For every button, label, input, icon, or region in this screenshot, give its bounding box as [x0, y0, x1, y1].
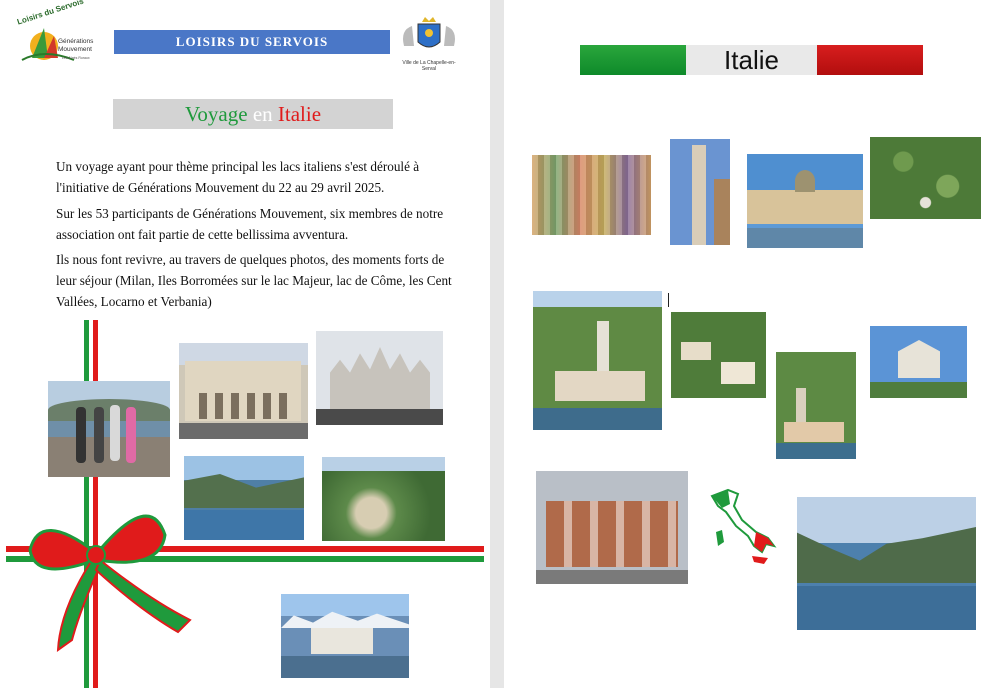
logo-left-side-text: Générations Mouvement	[58, 38, 94, 53]
photo-milan-duomo	[316, 331, 443, 425]
photo-group-at-lake	[48, 381, 170, 477]
photo-village-houses	[671, 312, 766, 398]
photo-lake-maggiore	[184, 456, 304, 540]
photo-lakeside-church	[533, 291, 662, 430]
photo-borromean-garden	[322, 457, 445, 541]
photo-village-campanile	[776, 352, 856, 459]
title-word-voyage: Voyage	[184, 102, 248, 126]
italie-flag-banner: Italie	[580, 45, 923, 75]
photo-neoclassical-temple	[870, 326, 967, 398]
photo-bell-tower	[670, 139, 730, 245]
left-page: Loisirs du Servois Générations Mouvement…	[0, 0, 490, 688]
right-page: Italie	[504, 0, 992, 688]
town-crest-text: Ville de La Chapelle-en-Serval	[402, 60, 456, 72]
photo-isola-bella-palace	[281, 594, 409, 678]
photo-old-town-building	[536, 471, 688, 584]
photo-lake-como-mountains	[797, 497, 976, 630]
flag-red-band	[817, 45, 923, 75]
photo-la-scala	[179, 343, 308, 439]
logo-left-small-text: Les Aînés Ruraux	[62, 56, 90, 60]
club-banner: LOISIRS DU SERVOIS	[114, 30, 390, 54]
paragraph-photos: Ils nous font revivre, au travers de que…	[56, 252, 452, 309]
flag-white-band: Italie	[686, 45, 817, 75]
page-title: Voyage en Italie	[113, 99, 393, 129]
paragraph-participants: Sur les 53 participants de Générations M…	[56, 206, 444, 242]
photo-market-scarves	[532, 155, 651, 235]
title-word-italie: Italie	[277, 102, 322, 126]
flag-green-band	[580, 45, 686, 75]
title-word-en: en	[252, 102, 273, 126]
photo-hillside-villas	[870, 137, 981, 219]
town-crest-logo: Ville de La Chapelle-en-Serval	[398, 16, 460, 72]
text-cursor	[668, 293, 669, 307]
paragraph-intro: Un voyage ayant pour thème principal les…	[56, 159, 420, 195]
italy-map-icon	[710, 488, 777, 564]
loisirs-du-servois-logo: Loisirs du Servois Générations Mouvement…	[14, 0, 106, 68]
photo-como-cathedral-square	[747, 154, 863, 248]
